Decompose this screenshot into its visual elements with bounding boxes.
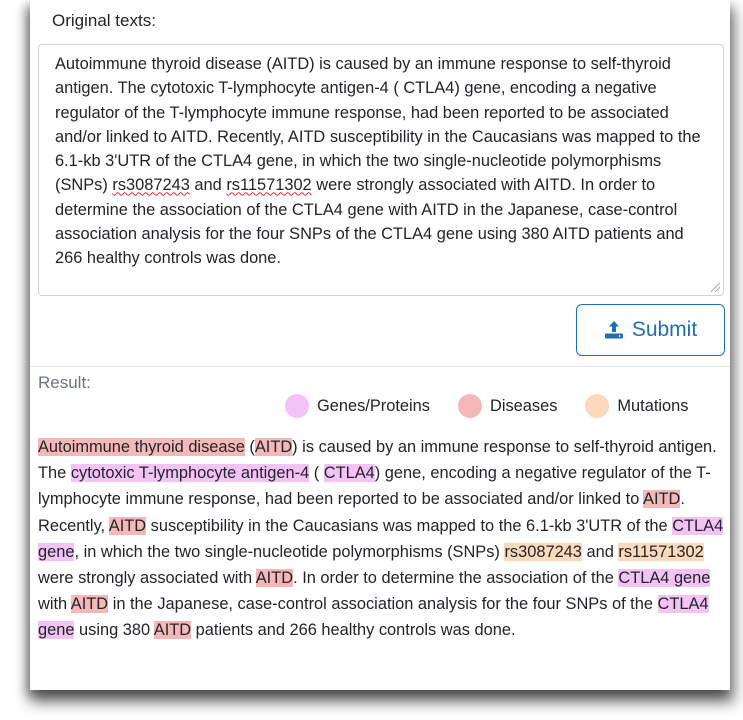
- disease-entity: AITD: [255, 569, 294, 588]
- disease-entity: AITD: [153, 621, 192, 640]
- mutation-color-swatch: [585, 394, 610, 418]
- result-label: Result:: [38, 373, 91, 392]
- submit-button[interactable]: Submit: [576, 304, 725, 356]
- plain-text: and: [581, 542, 619, 561]
- annotation-panel: Original texts: Autoimmune thyroid disea…: [30, 0, 730, 690]
- upload-icon: [604, 320, 624, 340]
- mutation-entity: rs3087243: [504, 542, 582, 561]
- plain-text: using 380: [74, 621, 154, 640]
- gene-entity: CTLA4 gene: [618, 569, 711, 588]
- plain-text: patients and 266 healthy controls was do…: [191, 621, 516, 640]
- disease-entity: AITD: [108, 516, 147, 535]
- plain-text: susceptibility in the Caucasians was map…: [146, 516, 673, 535]
- original-texts-label: Original texts:: [52, 11, 156, 30]
- plain-text: were strongly associated with: [38, 569, 256, 588]
- divider: [30, 366, 730, 367]
- resize-handle[interactable]: [711, 283, 720, 292]
- plain-text: (: [309, 464, 324, 483]
- legend-item-diseases: Diseases: [457, 394, 558, 418]
- legend-label: Genes/Proteins: [317, 396, 430, 415]
- legend-item-genes: Genes/Proteins: [285, 394, 430, 418]
- plain-text: with: [38, 595, 71, 614]
- disease-entity: AITD: [254, 438, 293, 456]
- submit-button-label: Submit: [631, 318, 698, 341]
- original-text-part-misspelled: rs3087243: [112, 176, 190, 195]
- original-text-part: Autoimmune thyroid disease (AITD) is cau…: [55, 55, 701, 195]
- plain-text: (: [244, 438, 255, 456]
- original-text-part-misspelled: rs11571302: [226, 176, 312, 195]
- disease-entity: AITD: [643, 490, 681, 509]
- disease-color-swatch: [457, 394, 482, 418]
- legend-label: Diseases: [489, 396, 558, 415]
- legend-label: Mutations: [617, 396, 689, 415]
- disease-entity: AITD: [70, 595, 109, 614]
- gene-color-swatch: [285, 394, 309, 418]
- plain-text: in the Japanese, case-control associatio…: [108, 595, 658, 614]
- legend-item-mutations: Mutations: [585, 394, 688, 418]
- annotated-result-text: Autoimmune thyroid disease (AITD) is cau…: [38, 434, 728, 644]
- gene-entity: cytotoxic T-lymphocyte antigen-4: [70, 464, 310, 483]
- legend: Genes/Proteins Diseases Mutations: [285, 393, 688, 419]
- plain-text: . In order to determine the association …: [293, 569, 619, 588]
- disease-entity: Autoimmune thyroid disease: [38, 438, 245, 456]
- plain-text: , in which the two single-nucleotide pol…: [74, 542, 505, 561]
- original-text-part: and: [189, 176, 227, 195]
- mutation-entity: rs11571302: [618, 542, 704, 561]
- gene-entity: CTLA4: [323, 464, 375, 483]
- original-text-input[interactable]: Autoimmune thyroid disease (AITD) is cau…: [38, 44, 724, 296]
